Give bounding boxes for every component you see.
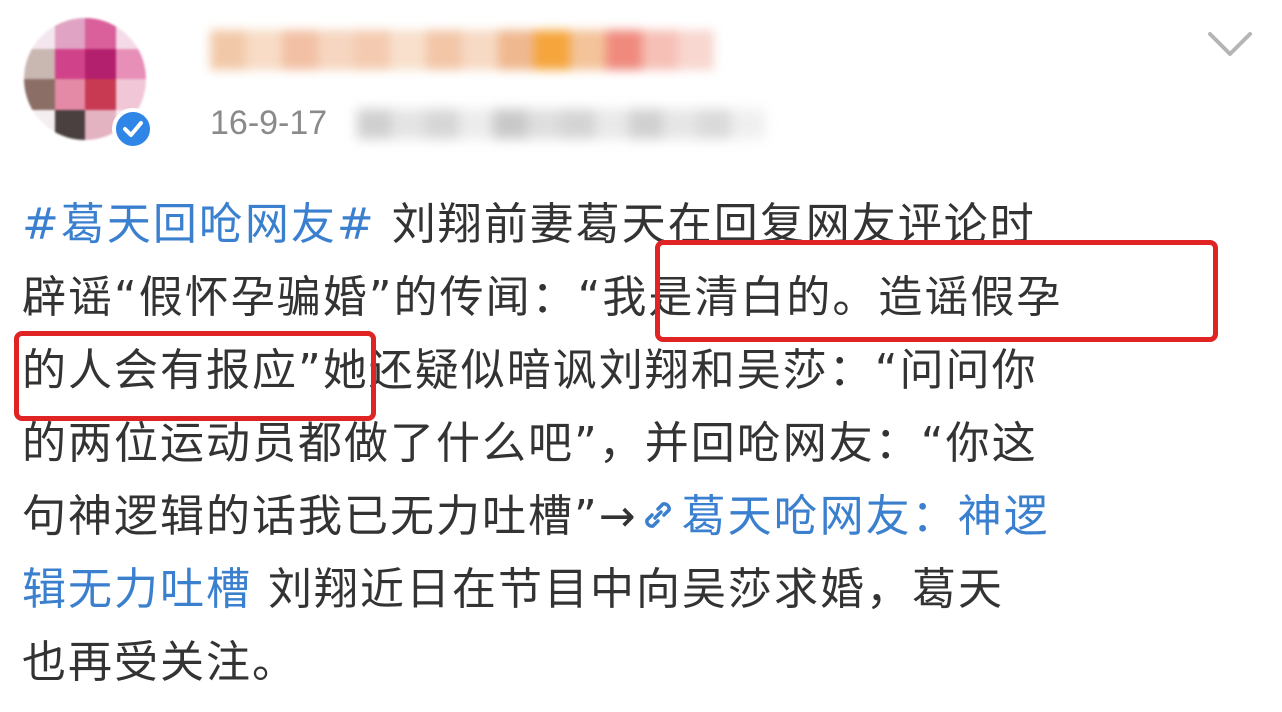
body-text: 刘翔近日在节目中向吴莎求婚，葛天 — [252, 564, 1004, 615]
body-text: 句神逻辑的话我已无力吐槽”→ — [22, 491, 638, 542]
chevron-down-icon[interactable] — [1206, 28, 1254, 60]
verified-badge-icon — [112, 108, 154, 150]
post-body: #葛天回呛网友# 刘翔前妻葛天在回复网友评论时 辟谣“假怀孕骗婚”的传闻：“我是… — [22, 188, 1262, 699]
topic-link-text: 葛天呛网友：神逻 — [681, 491, 1050, 542]
body-line-4: 的两位运动员都做了什么吧”，并回呛网友：“你这 — [22, 407, 1262, 480]
body-line-3: 的人会有报应”她还疑似暗讽刘翔和吴莎：“问问你 — [22, 334, 1262, 407]
body-line-6: 辑无力吐槽 刘翔近日在节目中向吴莎求婚，葛天 — [22, 553, 1262, 626]
body-text: 辟谣“假怀孕骗婚”的传闻：“我是清白的。造谣假孕 — [22, 272, 1063, 323]
body-line-7: 也再受关注。 — [22, 626, 1262, 699]
post-meta: 16-9-17 — [210, 104, 766, 143]
body-text: 也再受关注。 — [22, 637, 298, 688]
body-text: 的两位运动员都做了什么吧”，并回呛网友：“你这 — [22, 418, 1038, 469]
weibo-post: 16-9-17 #葛天回呛网友# 刘翔前妻葛天在回复网友评论时 辟谣“假怀孕骗婚… — [0, 0, 1282, 712]
link-icon — [644, 502, 671, 528]
hashtag-link[interactable]: #葛天回呛网友# — [22, 199, 376, 250]
body-text: 刘翔前妻葛天在回复网友评论时 — [375, 199, 1036, 250]
topic-link[interactable]: 葛天呛网友：神逻 — [638, 491, 1050, 542]
body-line-1: #葛天回呛网友# 刘翔前妻葛天在回复网友评论时 — [22, 188, 1262, 261]
body-line-2: 辟谣“假怀孕骗婚”的传闻：“我是清白的。造谣假孕 — [22, 261, 1262, 334]
username-blurred[interactable] — [210, 30, 714, 70]
body-text: 的人会有报应”她还疑似暗讽刘翔和吴莎：“问问你 — [22, 345, 1038, 396]
post-date: 16-9-17 — [210, 104, 328, 142]
post-source-blurred — [357, 108, 766, 139]
topic-link-continued[interactable]: 辑无力吐槽 — [22, 564, 252, 615]
body-line-5: 句神逻辑的话我已无力吐槽”→ 葛天呛网友：神逻 — [22, 480, 1262, 553]
